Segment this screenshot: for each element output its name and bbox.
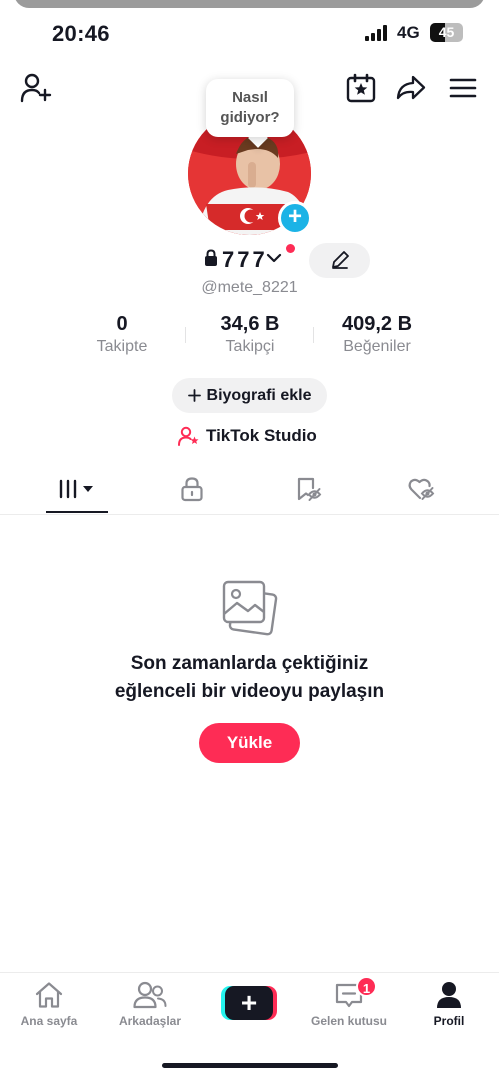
nav-home-label: Ana sayfa — [20, 1014, 78, 1028]
plus-icon — [187, 389, 201, 402]
lock-icon — [204, 248, 218, 272]
add-bio-button[interactable]: Biyografi ekle — [172, 378, 327, 413]
upload-button[interactable]: Yükle — [199, 723, 300, 763]
person-plus-icon[interactable] — [20, 73, 52, 103]
likes-label: Beğeniler — [343, 338, 411, 355]
tiktok-studio-link[interactable]: TikTok Studio — [178, 424, 317, 448]
lock-icon — [181, 477, 203, 502]
battery-icon: 45 — [430, 23, 463, 42]
tab-liked[interactable] — [391, 463, 453, 515]
active-tab-indicator — [46, 511, 108, 513]
share-arrow-icon[interactable] — [396, 75, 426, 101]
tiktok-studio-label: TikTok Studio — [206, 426, 317, 445]
nav-profile[interactable]: Profil — [404, 981, 494, 1028]
calendar-star-icon[interactable] — [346, 73, 376, 103]
empty-state-line1: Son zamanlarda çektiğiniz — [130, 653, 369, 674]
create-plus: + — [225, 986, 273, 1020]
following-count: 0 — [116, 313, 128, 335]
tab-private[interactable] — [161, 463, 223, 515]
chevron-down-icon — [266, 251, 282, 269]
videos-grid-icon — [59, 479, 93, 499]
following-stat[interactable]: 0 Takipte — [82, 313, 162, 356]
heart-hidden-icon — [408, 478, 435, 500]
bookmark-hidden-icon — [297, 477, 322, 501]
photos-icon — [220, 578, 278, 641]
name-row[interactable]: 777 — [204, 246, 282, 274]
nav-inbox-label: Gelen kutusu — [310, 1014, 387, 1028]
network-type: 4G — [397, 23, 420, 42]
stat-divider — [185, 327, 186, 343]
home-icon — [35, 982, 63, 1008]
nav-home[interactable]: Ana sayfa — [4, 981, 94, 1028]
nav-friends[interactable]: Arkadaşlar — [105, 981, 195, 1028]
nav-inbox[interactable]: Gelen kutusu — [304, 981, 394, 1028]
nav-profile-label: Profil — [433, 1014, 465, 1028]
add-avatar-button[interactable]: + — [278, 201, 312, 235]
nav-friends-label: Arkadaşlar — [118, 1014, 182, 1028]
friends-icon — [133, 981, 167, 1009]
content-tabs — [0, 463, 499, 515]
add-bio-label: Biyografi ekle — [206, 386, 312, 404]
inbox-badge: 1 — [356, 976, 377, 997]
followers-count: 34,6 B — [220, 313, 280, 335]
empty-state-line2: eğlenceli bir videoyu paylaşın — [114, 681, 385, 702]
home-indicator — [162, 1063, 338, 1068]
tab-saved[interactable] — [278, 463, 340, 515]
status-time: 20:46 — [52, 21, 110, 46]
pencil-icon — [332, 251, 349, 269]
stat-divider — [313, 327, 314, 343]
likes-stat[interactable]: 409,2 B Beğeniler — [327, 313, 427, 356]
username: @mete_8221 — [201, 279, 298, 296]
followers-label: Takipçi — [225, 338, 275, 355]
tab-videos[interactable] — [46, 463, 108, 515]
empty-state-message: Son zamanlarda çektiğiniz eğlenceli bir … — [0, 650, 499, 706]
status-bar: 20:46 4G 45 — [0, 0, 499, 60]
edit-profile-button[interactable] — [309, 243, 370, 278]
followers-stat[interactable]: 34,6 B Takipçi — [204, 313, 296, 356]
signal-icon — [365, 25, 389, 41]
likes-count: 409,2 B — [341, 313, 413, 335]
display-name: 777 — [222, 247, 268, 272]
create-button[interactable]: + — [221, 986, 277, 1020]
person-star-icon — [178, 426, 199, 446]
following-label: Takipte — [96, 338, 148, 355]
hamburger-menu-icon[interactable] — [449, 77, 477, 99]
status-bubble[interactable]: Nasıl gidiyor? — [206, 79, 294, 137]
profile-icon — [437, 982, 461, 1008]
battery-level: 45 — [438, 24, 455, 40]
notification-dot — [286, 244, 295, 253]
